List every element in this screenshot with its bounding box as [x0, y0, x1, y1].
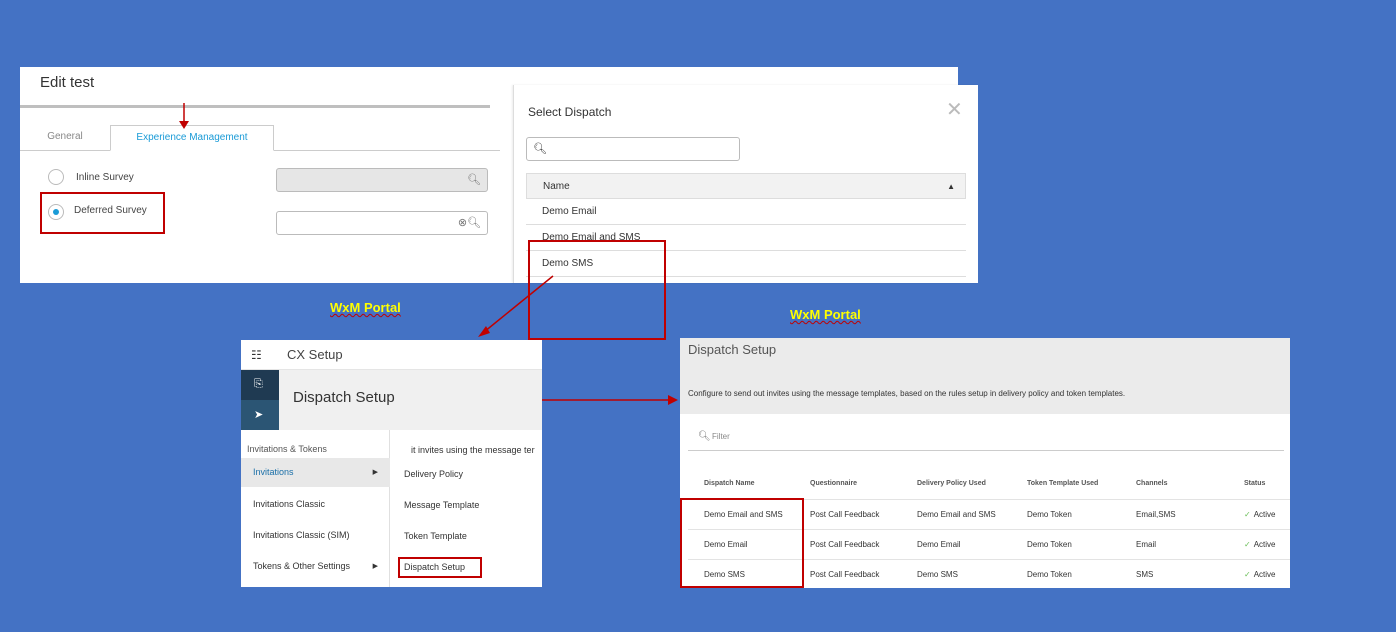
- dispatch-setup-panel: Dispatch Setup Configure to send out inv…: [680, 338, 1290, 588]
- check-circle-icon: ✓: [1244, 570, 1251, 579]
- page-title: Dispatch Setup: [688, 342, 777, 357]
- cell-questionnaire: Post Call Feedback: [810, 510, 880, 519]
- column-questionnaire[interactable]: Questionnaire: [810, 468, 857, 500]
- menu-header: Invitations & Tokens: [247, 444, 327, 454]
- sidebar-item-active[interactable]: ➤: [241, 400, 279, 430]
- check-circle-icon: ✓: [1244, 510, 1251, 519]
- cell-token-template: Demo Token: [1027, 540, 1072, 549]
- cell-token-template: Demo Token: [1027, 570, 1072, 579]
- app-title: CX Setup: [287, 347, 343, 362]
- chevron-right-icon: ▶: [372, 563, 378, 570]
- app-header: ☷ CX Setup: [241, 340, 542, 370]
- page-title: Dispatch Setup: [293, 389, 395, 406]
- cell-channels: Email: [1136, 540, 1157, 549]
- cell-status: ✓ Active: [1244, 560, 1276, 588]
- submenu-delivery-policy[interactable]: Delivery Policy: [391, 460, 463, 489]
- cell-delivery-policy: Demo Email and SMS: [917, 510, 996, 519]
- cx-setup-panel: ☷ CX Setup ⎘ ➤ Dispatch Setup it invites…: [241, 340, 542, 587]
- filter-input[interactable]: 🔍︎ Filter: [688, 423, 1284, 451]
- search-icon: 🔍︎: [698, 431, 711, 442]
- menu-item-label: Invitations: [253, 467, 294, 477]
- cell-questionnaire: Post Call Feedback: [810, 570, 880, 579]
- clipboard-icon[interactable]: ⎘: [254, 378, 263, 391]
- wxm-portal-label-left: WxM Portal: [330, 300, 401, 315]
- status-text: Active: [1253, 510, 1276, 519]
- highlight-dispatch-names: [680, 498, 804, 588]
- menu-item-label: Tokens & Other Settings: [253, 561, 351, 571]
- cell-status: ✓ Active: [1244, 500, 1276, 530]
- submenu-message-template[interactable]: Message Template: [391, 491, 479, 520]
- cell-token-template: Demo Token: [1027, 510, 1072, 519]
- column-status[interactable]: Status: [1244, 468, 1265, 500]
- column-token-template[interactable]: Token Template Used: [1027, 468, 1098, 500]
- status-text: Active: [1253, 570, 1276, 579]
- menu-item-invitations[interactable]: Invitations ▶: [241, 458, 390, 487]
- page-description-partial: it invites using the message ter: [411, 445, 535, 455]
- submenu-token-template[interactable]: Token Template: [391, 522, 467, 551]
- cell-channels: SMS: [1136, 570, 1154, 579]
- filter-placeholder: Filter: [712, 432, 730, 441]
- wxm-portal-label-right: WxM Portal: [790, 307, 861, 322]
- column-channels[interactable]: Channels: [1136, 468, 1168, 500]
- cell-channels: Email,SMS: [1136, 510, 1176, 519]
- cell-status: ✓ Active: [1244, 530, 1276, 560]
- app-grid-icon[interactable]: ☷: [251, 348, 262, 362]
- menu-item-invitations-classic[interactable]: Invitations Classic: [241, 490, 390, 519]
- menu-item-invitations-classic-sim[interactable]: Invitations Classic (SIM): [241, 521, 390, 550]
- page-description: Configure to send out invites using the …: [688, 389, 1126, 398]
- arrow-to-cx-setup: [483, 275, 554, 333]
- cell-questionnaire: Post Call Feedback: [810, 540, 880, 549]
- table-header: Dispatch Name Questionnaire Delivery Pol…: [688, 468, 1290, 500]
- send-icon: ➤: [254, 409, 264, 421]
- column-dispatch-name[interactable]: Dispatch Name: [704, 468, 755, 500]
- cell-delivery-policy: Demo Email: [917, 540, 961, 549]
- highlight-dispatch-setup: [398, 557, 482, 578]
- status-text: Active: [1253, 540, 1276, 549]
- menu-item-tokens-settings[interactable]: Tokens & Other Settings ▶: [241, 552, 390, 581]
- check-circle-icon: ✓: [1244, 540, 1251, 549]
- chevron-right-icon: ▶: [372, 469, 378, 476]
- column-delivery-policy[interactable]: Delivery Policy Used: [917, 468, 986, 500]
- cell-delivery-policy: Demo SMS: [917, 570, 958, 579]
